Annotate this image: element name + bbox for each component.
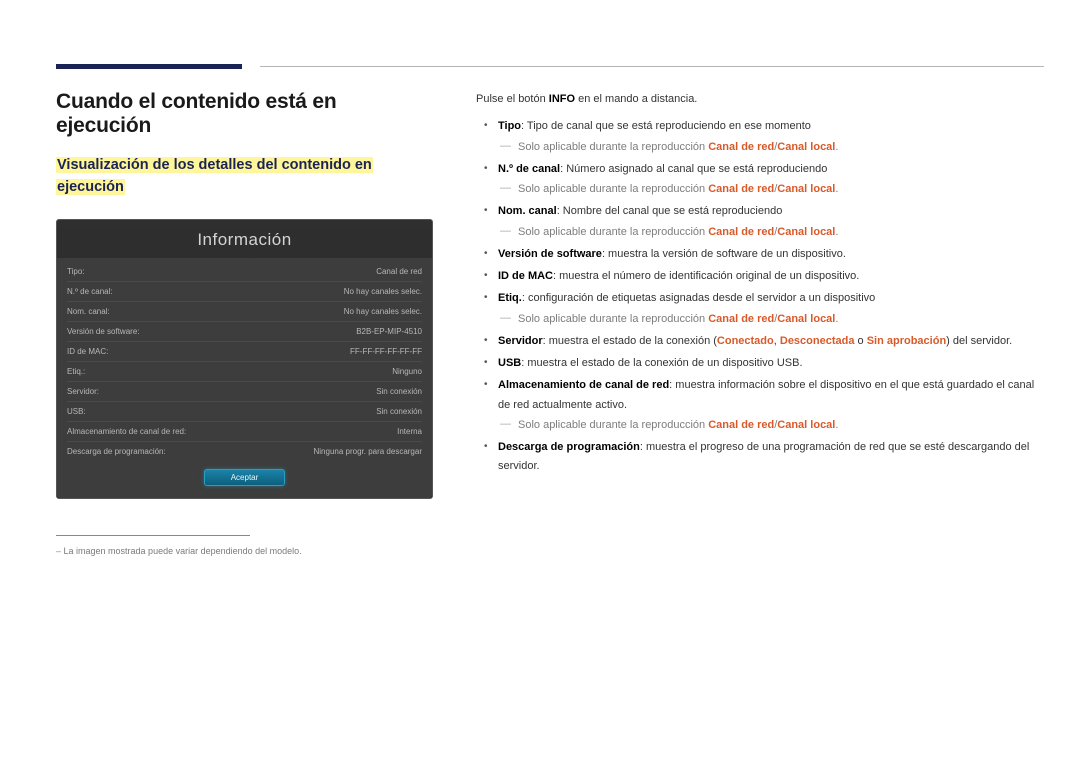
header-accent-bar xyxy=(56,64,242,69)
info-row: Nom. canal: No hay canales selec. xyxy=(67,302,422,322)
info-row-value: Canal de red xyxy=(376,267,422,276)
sub-note: Solo aplicable durante la reproducción C… xyxy=(498,138,1044,157)
info-row-value: FF-FF-FF-FF-FF-FF xyxy=(350,347,422,356)
info-row-label: Tipo: xyxy=(67,267,85,276)
info-row-label: Almacenamiento de canal de red: xyxy=(67,427,186,436)
list-item: Servidor: muestra el estado de la conexi… xyxy=(476,332,1044,351)
info-row-value: Ninguna progr. para descargar xyxy=(313,447,422,456)
list-item: USB: muestra el estado de la conexión de… xyxy=(476,354,1044,373)
info-row-value: Ninguno xyxy=(392,367,422,376)
info-row: N.º de canal: No hay canales selec. xyxy=(67,282,422,302)
info-row-label: USB: xyxy=(67,407,86,416)
list-item: Nom. canal: Nombre del canal que se está… xyxy=(476,202,1044,242)
sub-note: Solo aplicable durante la reproducción C… xyxy=(498,180,1044,199)
info-row: Versión de software: B2B-EP-MIP-4510 xyxy=(67,322,422,342)
info-row-value: No hay canales selec. xyxy=(344,307,422,316)
list-item: Tipo: Tipo de canal que se está reproduc… xyxy=(476,117,1044,157)
info-row: Tipo: Canal de red xyxy=(67,262,422,282)
footnote-text: La imagen mostrada puede variar dependie… xyxy=(56,546,434,556)
info-row: USB: Sin conexión xyxy=(67,402,422,422)
right-column: Pulse el botón INFO en el mando a distan… xyxy=(476,90,1044,556)
info-row-label: Versión de software: xyxy=(67,327,139,336)
list-item: Descarga de programación: muestra el pro… xyxy=(476,438,1044,477)
info-row-value: B2B-EP-MIP-4510 xyxy=(356,327,422,336)
list-item: Almacenamiento de canal de red: muestra … xyxy=(476,376,1044,435)
info-row-label: N.º de canal: xyxy=(67,287,113,296)
info-row-value: Interna xyxy=(397,427,422,436)
info-panel-title: Información xyxy=(57,220,432,258)
info-row: Almacenamiento de canal de red: Interna xyxy=(67,422,422,442)
info-row: Etiq.: Ninguno xyxy=(67,362,422,382)
info-row-label: Descarga de programación: xyxy=(67,447,166,456)
sub-note: Solo aplicable durante la reproducción C… xyxy=(498,223,1044,242)
info-row-value: Sin conexión xyxy=(376,387,422,396)
footnote-divider xyxy=(56,535,250,536)
info-row-label: Etiq.: xyxy=(67,367,85,376)
info-row-value: Sin conexión xyxy=(376,407,422,416)
list-item: ID de MAC: muestra el número de identifi… xyxy=(476,267,1044,286)
page-title: Cuando el contenido está en ejecución xyxy=(56,90,434,138)
info-row: Servidor: Sin conexión xyxy=(67,382,422,402)
sub-note: Solo aplicable durante la reproducción C… xyxy=(498,416,1044,435)
accept-button[interactable]: Aceptar xyxy=(204,469,286,486)
info-row-value: No hay canales selec. xyxy=(344,287,422,296)
info-row: ID de MAC: FF-FF-FF-FF-FF-FF xyxy=(67,342,422,362)
instruction-line: Pulse el botón INFO en el mando a distan… xyxy=(476,90,1044,109)
info-panel: Información Tipo: Canal de red N.º de cana… xyxy=(56,219,433,499)
left-column: Cuando el contenido está en ejecución Vi… xyxy=(56,90,434,556)
description-list: Tipo: Tipo de canal que se está reproduc… xyxy=(476,117,1044,476)
info-row: Descarga de programación: Ninguna progr. … xyxy=(67,442,422,461)
info-row-label: Nom. canal: xyxy=(67,307,110,316)
header-divider xyxy=(260,66,1044,67)
list-item: N.º de canal: Número asignado al canal q… xyxy=(476,160,1044,200)
info-row-label: ID de MAC: xyxy=(67,347,108,356)
list-item: Versión de software: muestra la versión … xyxy=(476,245,1044,264)
info-row-label: Servidor: xyxy=(67,387,99,396)
section-subtitle: Visualización de los detalles del conten… xyxy=(56,154,434,199)
info-panel-body: Tipo: Canal de red N.º de canal: No hay can… xyxy=(57,258,432,498)
sub-note: Solo aplicable durante la reproducción C… xyxy=(498,310,1044,329)
list-item: Etiq.: configuración de etiquetas asigna… xyxy=(476,289,1044,329)
